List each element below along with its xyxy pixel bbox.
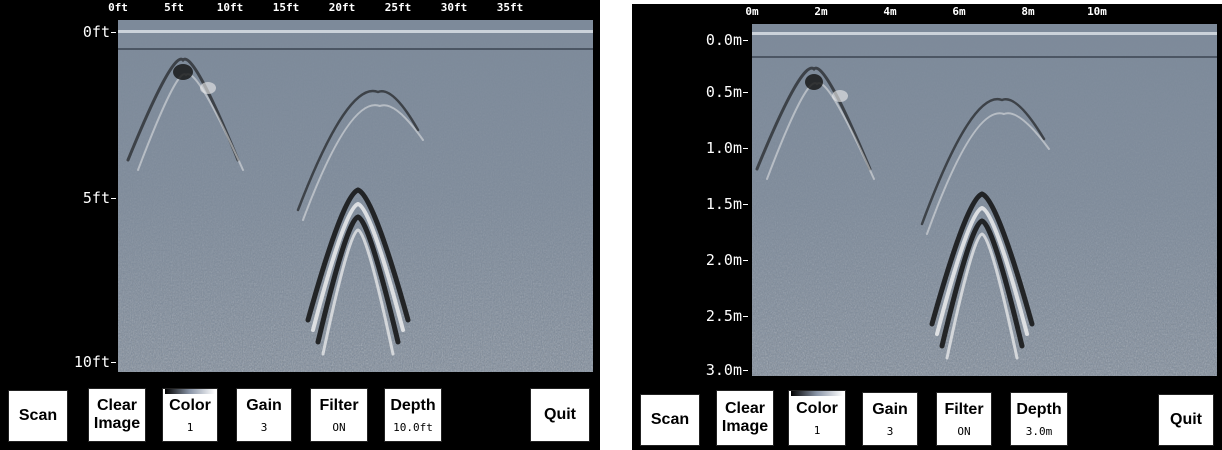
x-tick: 0ft [108,1,128,14]
color-value: 1 [813,423,821,437]
gain-label: Gain [872,400,908,418]
x-tick: 2m [814,5,828,18]
gain-value: 3 [260,420,268,434]
y-tick: 10ft [73,353,117,371]
x-axis-left: 0ft 5ft 10ft 15ft 20ft 25ft 30ft 35ft [108,1,593,18]
color-label: Color [796,399,838,417]
y-tick: 0ft [82,23,117,41]
color-gradient-swatch [165,389,215,394]
x-tick: 10ft [216,1,244,14]
x-tick: 25ft [384,1,412,14]
filter-label: Filter [944,400,984,418]
depth-button[interactable]: Depth 3.0m [1010,392,1068,446]
scan-button[interactable]: Scan [8,390,68,442]
y-tick: 5ft [82,189,117,207]
y-tick: 1.0m [705,139,749,157]
color-button[interactable]: Color 1 [788,390,846,446]
toolbar-right: Scan Clear Image Color 1 Gain 3 Filter O… [632,386,1222,450]
y-tick: 0.5m [705,83,749,101]
toolbar-left: Scan Clear Image Color 1 Gain 3 Filter O… [0,382,600,450]
y-axis-left: 0ft 5ft 10ft [0,20,117,372]
radargram-left [118,20,593,372]
scan-button[interactable]: Scan [640,394,700,446]
gpr-screen-left: 0ft 5ft 10ft 15ft 20ft 25ft 30ft 35ft 0f… [0,0,600,450]
x-tick: 20ft [328,1,356,14]
color-value: 1 [186,420,194,434]
x-tick: 10m [1087,5,1107,18]
clear-label: Clear [724,400,766,417]
filter-label: Filter [319,396,359,414]
gain-label: Gain [246,396,282,414]
image-label: Image [721,418,769,435]
y-tick: 2.0m [705,251,749,269]
y-axis-right: 0.0m 0.5m 1.0m 1.5m 2.0m 2.5m 3.0m [632,24,749,379]
x-tick: 35ft [496,1,524,14]
gpr-screen-right: 0m 2m 4m 6m 8m 10m 0.0m 0.5m 1.0m 1.5m 2… [632,4,1222,450]
filter-button[interactable]: Filter ON [936,392,992,446]
x-tick: 6m [952,5,966,18]
depth-value: 10.0ft [393,420,433,434]
image-label: Image [93,415,141,432]
scan-label: Scan [650,411,690,428]
color-label: Color [169,396,211,414]
x-tick: 8m [1021,5,1035,18]
color-button[interactable]: Color 1 [162,388,218,442]
quit-button[interactable]: Quit [530,388,590,442]
filter-value: ON [957,424,971,438]
filter-value: ON [332,420,346,434]
quit-button[interactable]: Quit [1158,394,1214,446]
x-tick: 4m [883,5,897,18]
gain-value: 3 [886,424,894,438]
depth-value: 3.0m [1025,424,1053,438]
clear-label: Clear [96,397,138,414]
clear-image-button[interactable]: Clear Image [716,390,774,446]
scan-label: Scan [18,407,58,424]
color-gradient-swatch [791,391,843,396]
quit-label: Quit [544,406,576,423]
depth-label: Depth [390,396,436,414]
x-tick: 15ft [272,1,300,14]
depth-button[interactable]: Depth 10.0ft [384,388,442,442]
y-tick: 0.0m [705,31,749,49]
x-tick: 0m [745,5,759,18]
depth-label: Depth [1016,400,1062,418]
y-tick: 2.5m [705,307,749,325]
gain-button[interactable]: Gain 3 [236,388,292,442]
x-tick: 5ft [164,1,184,14]
x-axis-right: 0m 2m 4m 6m 8m 10m [745,5,1217,22]
radargram-right [752,24,1217,376]
gain-button[interactable]: Gain 3 [862,392,918,446]
y-tick: 3.0m [705,361,749,379]
y-tick: 1.5m [705,195,749,213]
x-tick: 30ft [440,1,468,14]
filter-button[interactable]: Filter ON [310,388,368,442]
quit-label: Quit [1170,411,1202,428]
clear-image-button[interactable]: Clear Image [88,388,146,442]
